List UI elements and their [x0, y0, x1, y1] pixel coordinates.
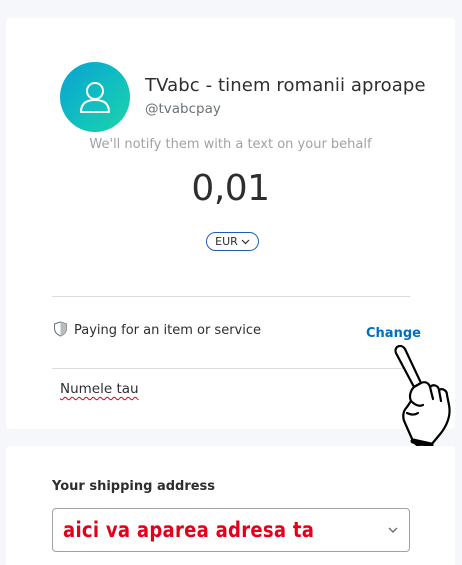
currency-label: EUR — [215, 235, 238, 248]
change-payment-type-link[interactable]: Change — [366, 326, 421, 341]
amount-value[interactable]: 0,01 — [6, 168, 455, 209]
currency-selector[interactable]: EUR — [206, 232, 259, 251]
notify-text: We'll notify them with a text on your be… — [89, 137, 372, 152]
chevron-down-icon — [388, 527, 398, 533]
payment-type-label: Paying for an item or service — [74, 323, 261, 338]
recipient-name: TVabc - tinem romanii aproape — [145, 75, 426, 96]
shipping-address-value: aici va aparea adresa ta — [63, 518, 315, 542]
recipient-handle: @tvabcpay — [145, 101, 221, 117]
divider — [52, 368, 410, 369]
payment-card: TVabc - tinem romanii aproape @tvabcpay … — [6, 18, 455, 449]
shield-icon — [53, 321, 68, 337]
recipient-avatar — [60, 62, 130, 132]
pointing-hand-icon — [394, 344, 451, 449]
divider — [52, 296, 410, 297]
shipping-card: Your shipping address aici va aparea adr… — [6, 446, 455, 565]
shipping-address-select[interactable]: aici va aparea adresa ta — [52, 508, 410, 552]
user-icon — [80, 82, 110, 113]
note-text: Numele tau — [60, 381, 139, 397]
note-input[interactable]: Numele tau — [60, 381, 139, 397]
chevron-down-icon — [241, 239, 250, 244]
shipping-label: Your shipping address — [52, 479, 216, 494]
